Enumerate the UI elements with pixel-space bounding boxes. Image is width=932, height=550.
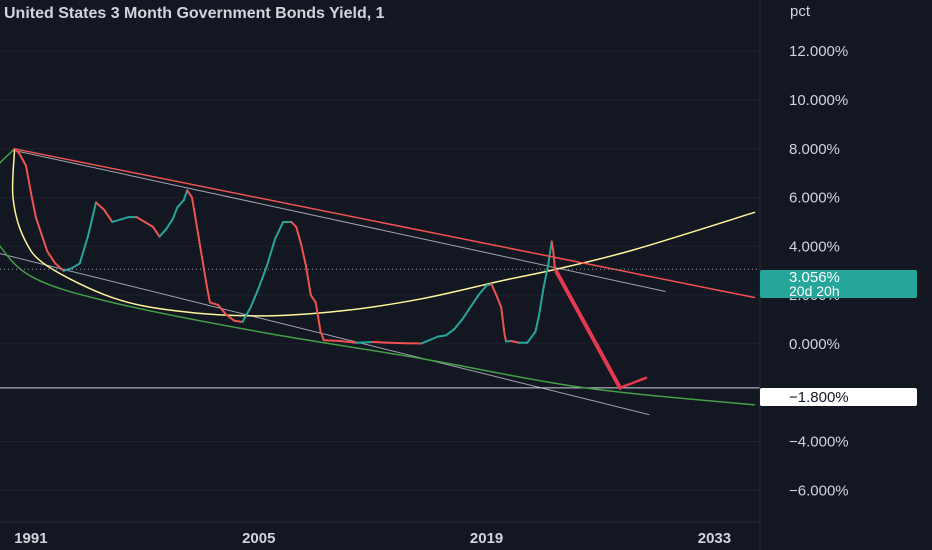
y-tick-label: 0.000% (789, 336, 840, 353)
y-tick-label: 4.000% (789, 238, 840, 255)
horizontal-line-badge[interactable]: −1.800% (760, 388, 917, 406)
x-tick-label: 2005 (242, 530, 275, 547)
y-tick-label: 6.000% (789, 190, 840, 207)
x-tick-label: 1991 (14, 530, 47, 547)
series-segment (355, 340, 374, 344)
y-tick-label: −4.000% (789, 434, 849, 451)
y-tick-label: 12.000% (789, 43, 848, 60)
x-tick-label: 2019 (470, 530, 503, 547)
series-segment (371, 340, 390, 344)
y-tick-label: −6.000% (789, 482, 849, 499)
last-value-badge[interactable]: 3.056% 20d 20h (760, 269, 917, 299)
y-tick-label: 10.000% (789, 92, 848, 109)
unit-label: pct (790, 3, 811, 20)
horizontal-line-label: −1.800% (789, 389, 849, 406)
chart: 12.000%10.000%8.000%6.000%4.000%2.000%0.… (0, 0, 932, 550)
x-tick-label: 2033 (698, 530, 731, 547)
series-segment (436, 334, 447, 338)
chart-title: United States 3 Month Government Bonds Y… (4, 5, 385, 22)
series-segment (233, 319, 244, 323)
series-segment (322, 339, 342, 343)
countdown-label: 20d 20h (789, 283, 840, 299)
y-tick-label: 8.000% (789, 141, 840, 158)
